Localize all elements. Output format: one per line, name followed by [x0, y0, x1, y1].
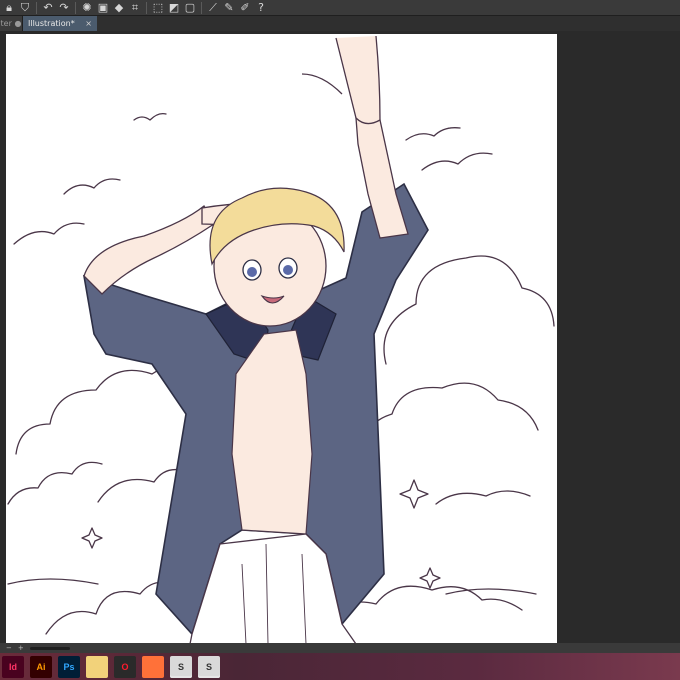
raised-hand [335, 35, 381, 125]
cloud-sketch [435, 490, 531, 505]
taskbar-app-clip-studio-2[interactable]: S [198, 655, 220, 678]
canvas-area [0, 31, 680, 644]
toolbar-divider [146, 1, 147, 14]
transform-icon[interactable]: ⌗ [128, 1, 142, 15]
toolbar-divider [75, 1, 76, 14]
help-icon[interactable]: ? [254, 1, 268, 15]
tab-illustration-label: Illustration* [28, 19, 75, 28]
windows-taskbar: Id Ai Ps O S S [0, 653, 680, 680]
close-icon[interactable]: × [85, 19, 92, 28]
pen-icon[interactable]: ✎ [222, 1, 236, 15]
square-icon[interactable]: ▢ [183, 1, 197, 15]
zoom-in-button[interactable]: + [18, 644, 24, 652]
toolbar-divider [201, 1, 202, 14]
spinner-icon[interactable]: ✺ [80, 1, 94, 15]
lasso-icon[interactable]: ✐ [238, 1, 252, 15]
drawing-canvas[interactable] [6, 34, 557, 644]
taskbar-app-notes[interactable] [86, 655, 108, 678]
taskbar-app-firefox[interactable] [142, 655, 164, 678]
sparkle-sketch [81, 527, 103, 549]
main-toolbar: 🔒︎ ⛉ ↶ ↷ ✺ ▣ ◆ ⌗ ⬚ ◩ ▢ ⟋ ✎ ✐ ? [0, 0, 680, 16]
thumb-sketch [301, 73, 343, 95]
bird-sketch [405, 127, 461, 141]
ruler-icon[interactable]: ⟋ [206, 1, 220, 15]
taskbar-app-opera[interactable]: O [114, 655, 136, 678]
wave-sketch [7, 578, 99, 585]
taskbar-app-indesign[interactable]: Id [2, 655, 24, 678]
sparkle-sketch [399, 479, 429, 509]
tab-illustration[interactable]: Illustration* × [23, 16, 97, 31]
lock-icon[interactable]: 🔒︎ [2, 1, 16, 15]
redo-icon[interactable]: ↷ [57, 1, 71, 15]
bird-sketch [63, 178, 121, 195]
cloud-sketch [383, 255, 555, 365]
cloud-sketch [364, 382, 539, 455]
right-iris [283, 265, 293, 275]
zoom-slider[interactable] [29, 646, 70, 650]
zoom-out-button[interactable]: − [6, 644, 12, 652]
layers-icon[interactable]: ▣ [96, 1, 110, 15]
sparkle-sketch [419, 567, 441, 589]
taskbar-app-clip-studio[interactable]: S [170, 655, 192, 678]
cloud-sketch [7, 461, 103, 505]
canvas-statusbar: − + [0, 643, 680, 653]
document-tabbar: ter ● Illustration* × [0, 16, 680, 31]
bird-sketch [13, 222, 85, 245]
undo-icon[interactable]: ↶ [41, 1, 55, 15]
bird-sketch [421, 152, 493, 171]
tab-previous-label: ter [0, 19, 12, 28]
mask-icon[interactable]: ◩ [167, 1, 181, 15]
tab-previous[interactable]: ter ● [0, 16, 23, 31]
illustration-artwork [7, 35, 555, 644]
taskbar-app-illustrator[interactable]: Ai [30, 655, 52, 678]
fill-icon[interactable]: ◆ [112, 1, 126, 15]
selection-icon[interactable]: ⬚ [151, 1, 165, 15]
bent-arm [83, 205, 215, 295]
wave-sketch [445, 588, 537, 595]
bird-sketch [133, 112, 167, 121]
brush-icon[interactable]: ⛉ [18, 1, 32, 15]
left-iris [247, 267, 257, 277]
toolbar-divider [36, 1, 37, 14]
taskbar-app-photoshop[interactable]: Ps [58, 655, 80, 678]
